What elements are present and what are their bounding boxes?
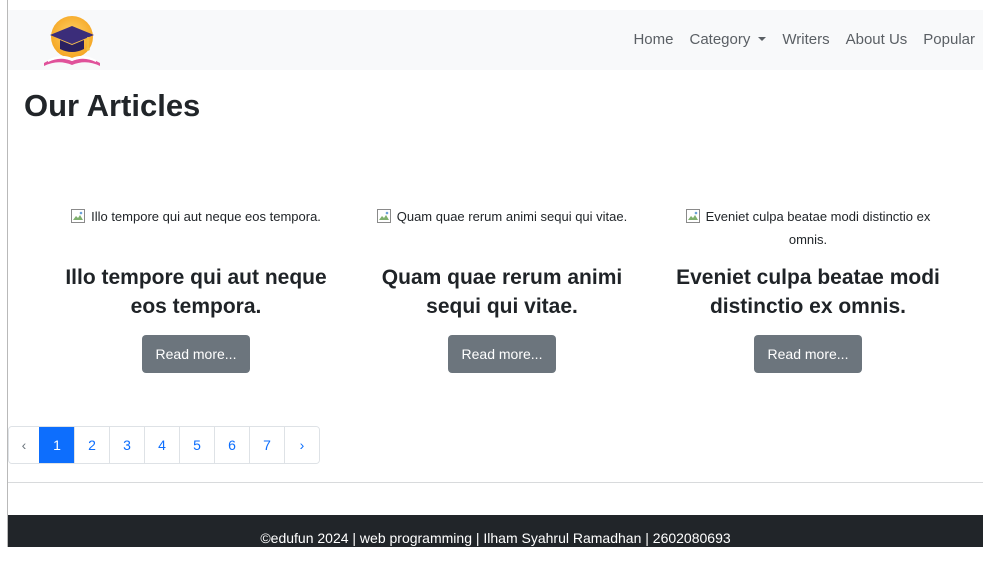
- page-title: Our Articles: [24, 88, 201, 123]
- pagination-next[interactable]: ›: [284, 427, 319, 463]
- nav-about-us[interactable]: About Us: [838, 10, 916, 70]
- pagination-page-7[interactable]: 7: [249, 427, 284, 463]
- article-image-alt-text: Illo tempore qui aut neque eos tempora.: [91, 209, 321, 224]
- pagination-page-6[interactable]: 6: [214, 427, 249, 463]
- article-title: Eveniet culpa beatae modi distinctio ex …: [676, 266, 940, 318]
- pagination-page-5[interactable]: 5: [179, 427, 214, 463]
- article-card: Eveniet culpa beatae modi distinctio ex …: [656, 205, 960, 373]
- footer-text: ©edufun 2024 | web programming | Ilham S…: [260, 530, 731, 546]
- article-image[interactable]: Eveniet culpa beatae modi distinctio ex …: [656, 205, 960, 253]
- read-more-button[interactable]: Read more...: [141, 335, 251, 373]
- article-title: Illo tempore qui aut neque eos tempora.: [65, 266, 327, 318]
- read-more-button[interactable]: Read more...: [447, 335, 557, 373]
- article-card: Quam quae rerum animi sequi qui vitae. Q…: [350, 205, 654, 373]
- nav-category-label: Category: [689, 31, 751, 48]
- pagination-page-2[interactable]: 2: [74, 427, 109, 463]
- pagination-page-4[interactable]: 4: [144, 427, 179, 463]
- footer: ©edufun 2024 | web programming | Ilham S…: [8, 515, 983, 547]
- pagination-prev[interactable]: ‹: [9, 427, 39, 463]
- broken-image-icon: [376, 209, 391, 223]
- nav-category-dropdown[interactable]: Category: [681, 10, 774, 70]
- article-title: Quam quae rerum animi sequi qui vitae.: [381, 266, 623, 318]
- pagination: ‹ 1 2 3 4 5 6 7 ›: [8, 426, 320, 464]
- read-more-button[interactable]: Read more...: [753, 335, 863, 373]
- nav-writers[interactable]: Writers: [774, 10, 837, 70]
- article-image-alt-text: Quam quae rerum animi sequi qui vitae.: [396, 209, 628, 224]
- caret-down-icon: [758, 37, 767, 41]
- pagination-page-1[interactable]: 1: [39, 427, 74, 463]
- article-image-alt-text: Eveniet culpa beatae modi distinctio ex …: [705, 209, 931, 247]
- pagination-page-3[interactable]: 3: [109, 427, 144, 463]
- footer-divider: [8, 482, 983, 483]
- page-left-border: [7, 0, 8, 547]
- navbar: Home Category Writers About Us Popular: [8, 10, 983, 70]
- article-image[interactable]: Quam quae rerum animi sequi qui vitae.: [350, 205, 654, 253]
- article-image[interactable]: Illo tempore qui aut neque eos tempora.: [44, 205, 348, 253]
- nav-links: Home Category Writers About Us Popular: [625, 10, 975, 70]
- article-list: Illo tempore qui aut neque eos tempora. …: [44, 205, 960, 380]
- graduation-cap-book-logo-icon[interactable]: [36, 13, 108, 69]
- nav-home[interactable]: Home: [625, 10, 681, 70]
- nav-popular[interactable]: Popular: [915, 10, 975, 70]
- article-card: Illo tempore qui aut neque eos tempora. …: [44, 205, 348, 373]
- broken-image-icon: [71, 209, 86, 223]
- broken-image-icon: [685, 209, 700, 223]
